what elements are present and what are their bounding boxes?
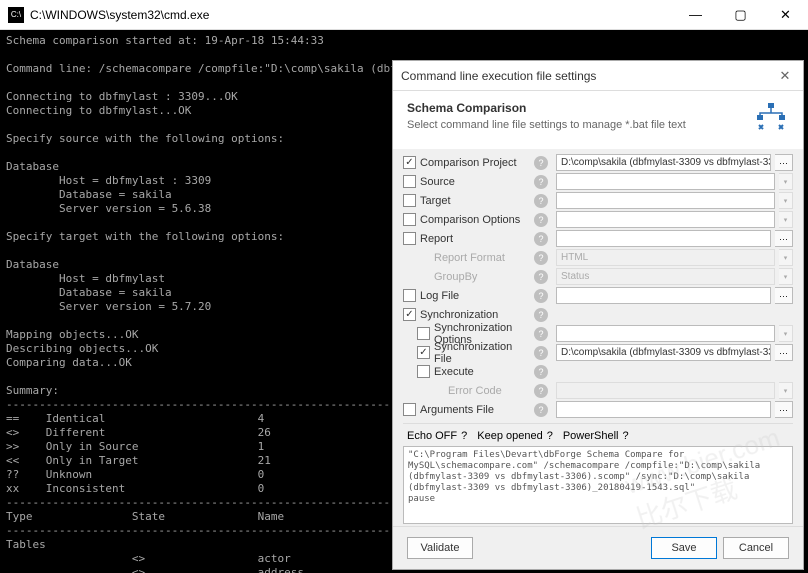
help-icon[interactable]: ?	[534, 403, 548, 417]
help-icon[interactable]: ?	[534, 232, 548, 246]
help-icon: ?	[534, 251, 548, 265]
dropdown-button[interactable]: ▾	[779, 192, 793, 209]
browse-button[interactable]: ···	[775, 154, 793, 171]
field-report-format: HTML	[556, 249, 775, 266]
form-area: Comparison Project ? D:\comp\sakila (dbf…	[393, 149, 803, 526]
help-icon[interactable]: ?	[461, 430, 467, 442]
field-comparison-options[interactable]	[556, 211, 775, 228]
hero-title: Schema Comparison	[407, 101, 741, 115]
checkbox-sync-file[interactable]	[417, 346, 430, 359]
dialog-hero: Schema Comparison Select command line fi…	[393, 91, 803, 149]
cmd-icon: C:\	[8, 7, 24, 23]
checkbox-log-file[interactable]	[403, 289, 416, 302]
browse-button[interactable]: ···	[775, 287, 793, 304]
help-icon[interactable]: ?	[534, 308, 548, 322]
field-report[interactable]	[556, 230, 771, 247]
help-icon[interactable]: ?	[534, 365, 548, 379]
dialog-header: Command line execution file settings ✕	[393, 61, 803, 91]
help-icon[interactable]: ?	[534, 327, 548, 341]
checkbox-comparison-options[interactable]	[403, 213, 416, 226]
hero-subtitle: Select command line file settings to man…	[407, 119, 741, 131]
checkbox-target[interactable]	[403, 194, 416, 207]
row-comparison-project: Comparison Project ? D:\comp\sakila (dbf…	[403, 153, 793, 172]
checkbox-comparison-project[interactable]	[403, 156, 416, 169]
help-icon[interactable]: ?	[622, 430, 628, 442]
help-icon[interactable]: ?	[534, 213, 548, 227]
help-icon[interactable]: ?	[534, 346, 548, 360]
row-report: Report ? ···	[403, 229, 793, 248]
row-report-format: Report Format ? HTML ▾	[403, 248, 793, 267]
dropdown-button: ▾	[779, 382, 793, 399]
field-target[interactable]	[556, 192, 775, 209]
help-icon[interactable]: ?	[534, 156, 548, 170]
checkbox-source[interactable]	[403, 175, 416, 188]
row-execute: Execute ?	[403, 362, 793, 381]
dropdown-button: ▾	[779, 249, 793, 266]
dialog-close-button[interactable]: ✕	[775, 68, 795, 84]
row-arguments-file: Arguments File ? ···	[403, 400, 793, 419]
field-comparison-project[interactable]: D:\comp\sakila (dbfmylast-3309 vs dbfmyl…	[556, 154, 771, 171]
close-button[interactable]: ✕	[763, 0, 808, 29]
field-source[interactable]	[556, 173, 775, 190]
row-source: Source ? ▾	[403, 172, 793, 191]
help-icon[interactable]: ?	[534, 175, 548, 189]
checkbox-synchronization[interactable]	[403, 308, 416, 321]
window-titlebar: C:\ C:\WINDOWS\system32\cmd.exe — ▢ ✕	[0, 0, 808, 30]
cancel-button[interactable]: Cancel	[723, 537, 789, 559]
field-sync-options[interactable]	[556, 325, 775, 342]
row-comparison-options: Comparison Options ? ▾	[403, 210, 793, 229]
browse-button[interactable]: ···	[775, 401, 793, 418]
browse-button[interactable]: ···	[775, 230, 793, 247]
checkbox-sync-options[interactable]	[417, 327, 430, 340]
compare-icon	[753, 101, 789, 137]
field-error-code	[556, 382, 775, 399]
dropdown-button: ▾	[779, 268, 793, 285]
window-title: C:\WINDOWS\system32\cmd.exe	[30, 8, 673, 22]
row-log-file: Log File ? ···	[403, 286, 793, 305]
checkbox-arguments-file[interactable]	[403, 403, 416, 416]
dropdown-button[interactable]: ▾	[779, 325, 793, 342]
row-target: Target ? ▾	[403, 191, 793, 210]
help-icon[interactable]: ?	[547, 430, 553, 442]
dialog-title: Command line execution file settings	[401, 69, 775, 83]
field-group-by: Status	[556, 268, 775, 285]
checkbox-execute[interactable]	[417, 365, 430, 378]
help-icon[interactable]: ?	[534, 289, 548, 303]
row-group-by: GroupBy ? Status ▾	[403, 267, 793, 286]
field-arguments-file[interactable]	[556, 401, 771, 418]
row-sync-file: Synchronization File ? D:\comp\sakila (d…	[403, 343, 793, 362]
field-sync-file[interactable]: D:\comp\sakila (dbfmylast-3309 vs dbfmyl…	[556, 344, 771, 361]
browse-button[interactable]: ···	[775, 344, 793, 361]
help-icon[interactable]: ?	[534, 194, 548, 208]
dropdown-button[interactable]: ▾	[779, 173, 793, 190]
validate-button[interactable]: Validate	[407, 537, 473, 559]
maximize-button[interactable]: ▢	[718, 0, 763, 29]
checkbox-report[interactable]	[403, 232, 416, 245]
field-log-file[interactable]	[556, 287, 771, 304]
help-icon: ?	[534, 384, 548, 398]
minimize-button[interactable]: —	[673, 0, 718, 29]
row-error-code: Error Code ? ▾	[403, 381, 793, 400]
settings-dialog: Command line execution file settings ✕ S…	[392, 60, 804, 570]
help-icon: ?	[534, 270, 548, 284]
inline-options: Echo OFF? Keep opened? PowerShell?	[403, 423, 793, 446]
dialog-footer: Validate Save Cancel	[393, 526, 803, 569]
dropdown-button[interactable]: ▾	[779, 211, 793, 228]
script-preview[interactable]: "C:\Program Files\Devart\dbForge Schema …	[403, 446, 793, 524]
save-button[interactable]: Save	[651, 537, 717, 559]
